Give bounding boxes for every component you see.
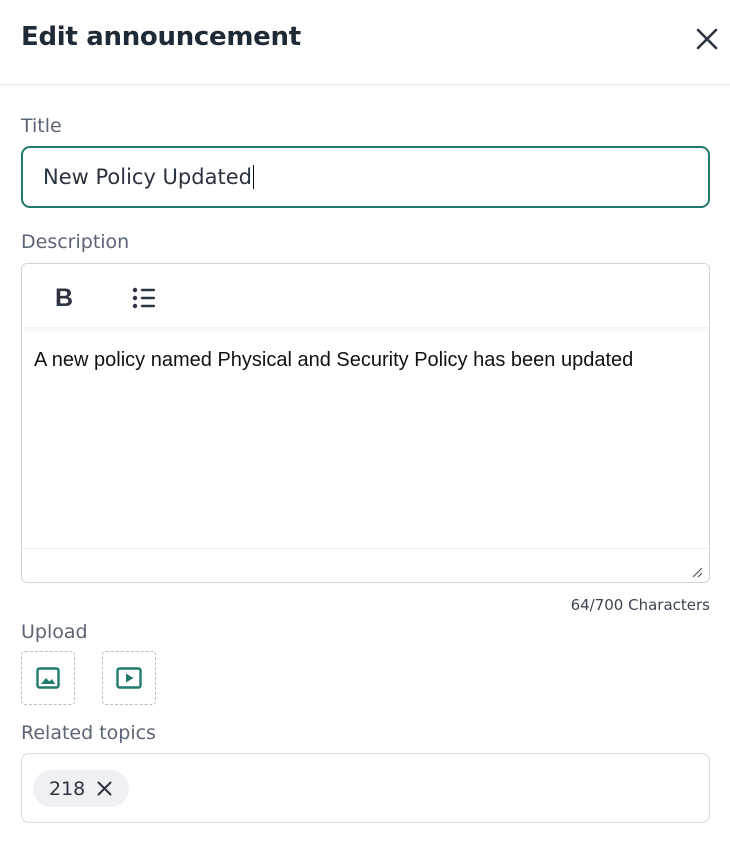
dialog-header: Edit announcement bbox=[0, 0, 730, 85]
dialog-title: Edit announcement bbox=[21, 22, 301, 52]
related-topics-label: Related topics bbox=[21, 722, 156, 744]
upload-video-button[interactable] bbox=[102, 651, 156, 705]
editor-footer bbox=[22, 548, 709, 582]
upload-image-button[interactable] bbox=[21, 651, 75, 705]
editor-content[interactable]: A new policy named Physical and Security… bbox=[34, 349, 694, 372]
bulleted-list-icon bbox=[132, 287, 155, 309]
close-icon bbox=[97, 781, 112, 796]
topic-chip-label: 218 bbox=[49, 777, 86, 800]
bold-button[interactable]: B bbox=[44, 280, 84, 316]
resize-handle-icon[interactable] bbox=[691, 566, 703, 578]
related-topics-field[interactable]: 218 bbox=[21, 753, 710, 823]
remove-topic-button[interactable] bbox=[95, 780, 113, 798]
title-input[interactable]: New Policy Updated bbox=[21, 146, 710, 208]
image-icon bbox=[36, 667, 60, 689]
description-label: Description bbox=[21, 231, 130, 253]
description-editor[interactable]: B A new policy named Physical and Securi… bbox=[21, 263, 710, 583]
bulleted-list-button[interactable] bbox=[126, 280, 162, 316]
character-count: 64/700 Characters bbox=[570, 596, 710, 614]
close-icon bbox=[696, 28, 718, 50]
upload-label: Upload bbox=[21, 621, 88, 643]
close-button[interactable] bbox=[690, 22, 724, 56]
title-label: Title bbox=[21, 115, 62, 137]
video-icon bbox=[116, 667, 142, 689]
title-input-value: New Policy Updated bbox=[43, 165, 252, 189]
topic-chip[interactable]: 218 bbox=[33, 770, 130, 807]
text-caret bbox=[252, 165, 254, 189]
editor-toolbar: B bbox=[22, 264, 709, 328]
